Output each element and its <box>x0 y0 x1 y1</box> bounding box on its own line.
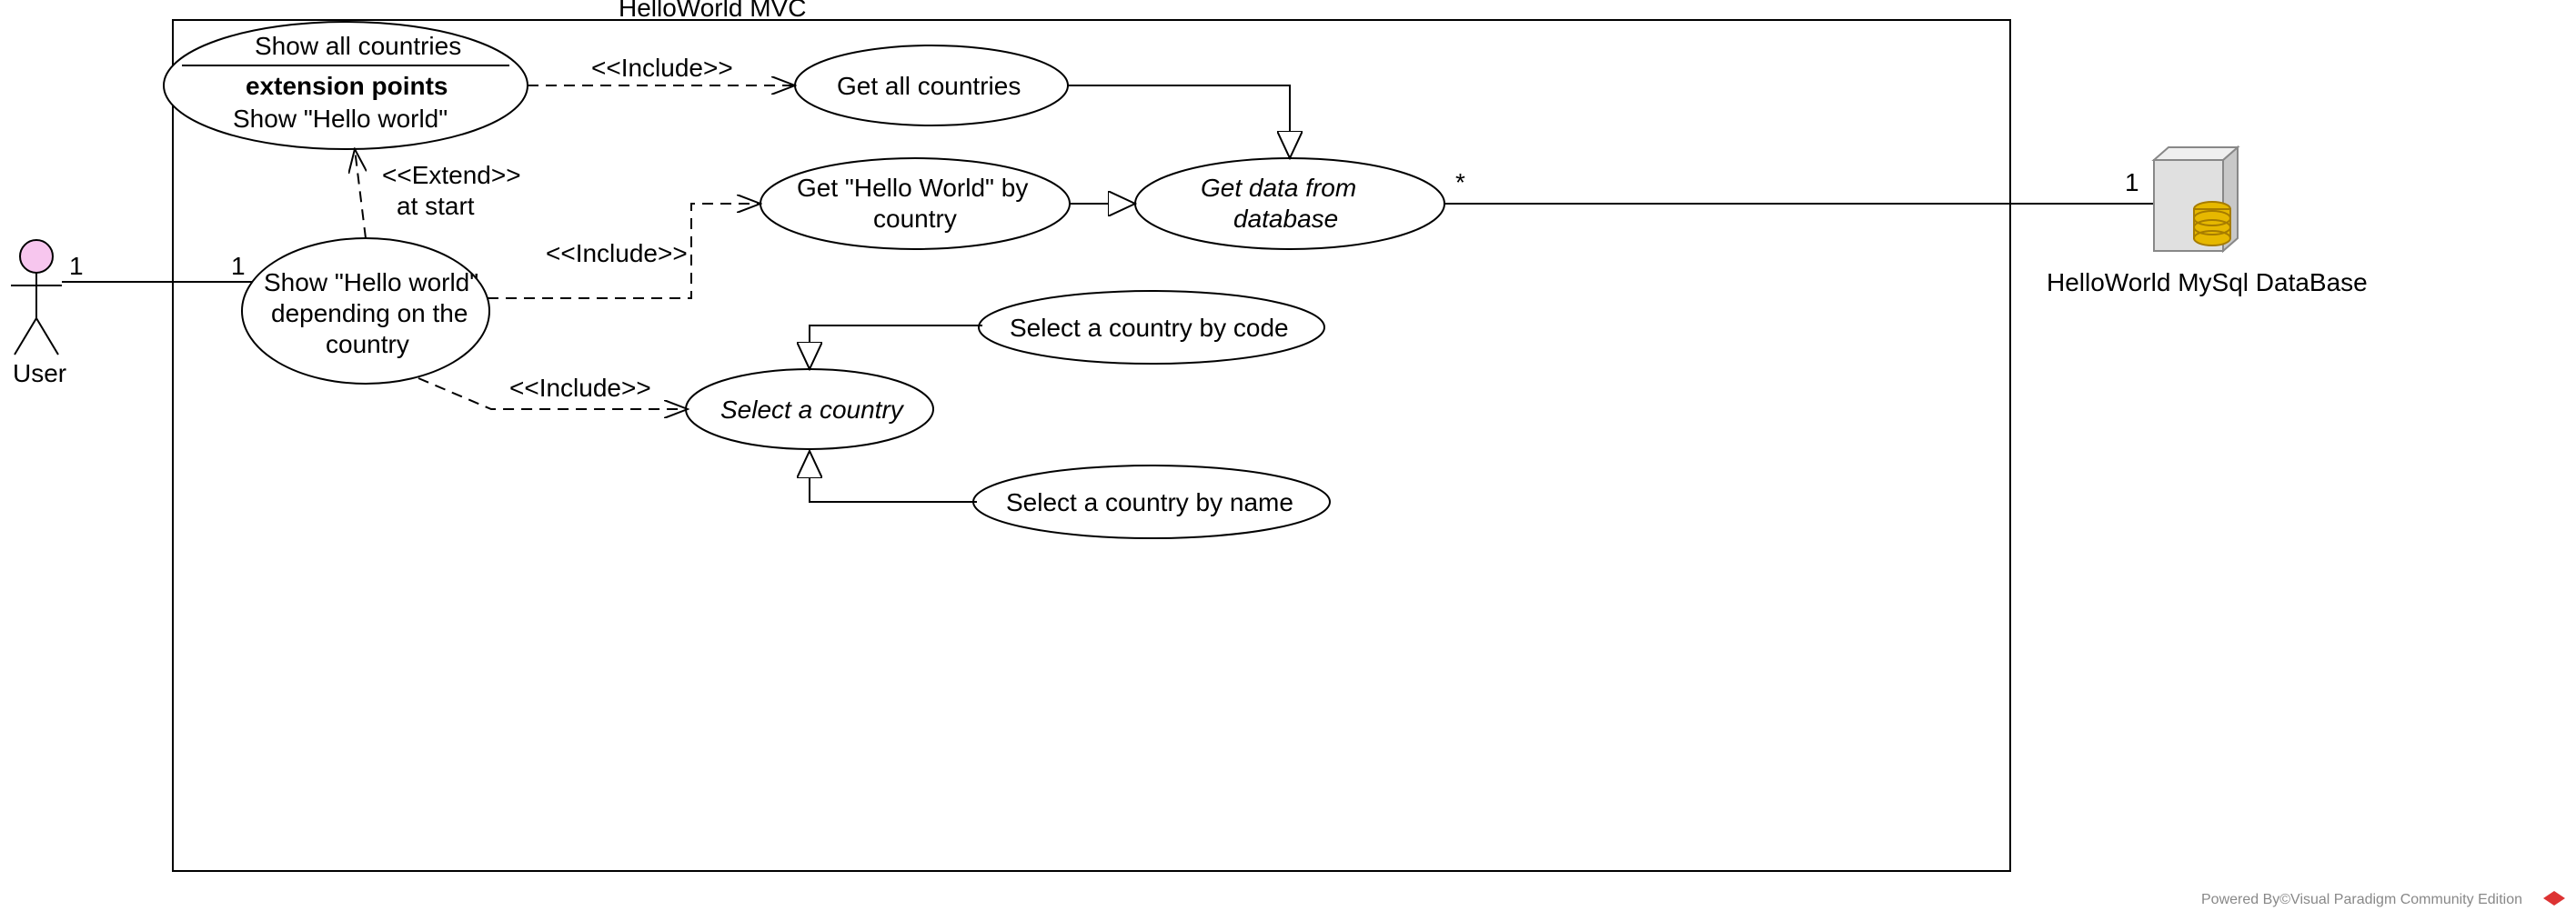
actor-database: HelloWorld MySql DataBase <box>2047 147 2368 296</box>
uc-show-all-countries-extlabel: extension points <box>246 72 448 100</box>
gen-allcountries-db <box>1068 85 1290 158</box>
system-boundary <box>173 20 2010 871</box>
usecase-show-all-countries: Show all countries extension points Show… <box>164 22 528 149</box>
gen-selectbycode <box>810 325 982 369</box>
uc-get-data-db-label-2: database <box>1233 205 1338 233</box>
mult-db-1: 1 <box>2125 168 2139 196</box>
usecase-select-country: Select a country <box>686 369 933 449</box>
dep-extend <box>355 149 366 238</box>
lbl-extend: <<Extend>> <box>382 161 521 189</box>
uc-show-all-countries-title: Show all countries <box>255 32 461 60</box>
lbl-include-3: <<Include>> <box>509 374 651 402</box>
uc-select-by-code-label: Select a country by code <box>1010 314 1289 342</box>
gen-selectbyname <box>810 451 977 502</box>
uc-get-data-db-label-1: Get data from <box>1201 174 1356 202</box>
mult-user-1: 1 <box>69 252 84 280</box>
actor-user-label: User <box>13 359 66 387</box>
usecase-select-country-by-code: Select a country by code <box>979 291 1324 364</box>
usecase-show-hello-depending: Show "Hello world" depending on the coun… <box>242 238 489 384</box>
uc-show-all-countries-extname: Show "Hello world" <box>233 105 448 133</box>
uc-get-all-countries-label: Get all countries <box>837 72 1021 100</box>
lbl-include-1: <<Include>> <box>591 54 733 82</box>
lbl-extend-cond: at start <box>397 192 475 220</box>
uc-show-hello-dep-3: country <box>326 330 409 358</box>
watermark: Powered By©Visual Paradigm Community Edi… <box>2201 892 2522 907</box>
mult-db-star: * <box>1455 168 1465 196</box>
system-boundary-title: HelloWorld MVC <box>619 0 806 22</box>
actor-database-label: HelloWorld MySql DataBase <box>2047 268 2368 296</box>
lbl-include-2: <<Include>> <box>546 239 688 267</box>
usecase-get-hello-by-country: Get "Hello World" by country <box>760 158 1070 249</box>
mult-user-2: 1 <box>231 252 246 280</box>
usecase-get-all-countries: Get all countries <box>795 45 1068 125</box>
watermark-icon <box>2543 891 2565 906</box>
uc-show-hello-dep-2: depending on the <box>271 299 468 327</box>
usecase-get-data-db: Get data from database <box>1135 158 1444 249</box>
actor-user: User <box>11 240 66 387</box>
usecase-select-country-by-name: Select a country by name <box>973 466 1330 538</box>
uc-show-hello-dep-1: Show "Hello world" <box>264 268 478 296</box>
uc-get-hello-label-2: country <box>873 205 957 233</box>
uc-select-country-label: Select a country <box>720 395 905 424</box>
uc-get-hello-label-1: Get "Hello World" by <box>797 174 1028 202</box>
uc-select-by-name-label: Select a country by name <box>1006 488 1293 516</box>
